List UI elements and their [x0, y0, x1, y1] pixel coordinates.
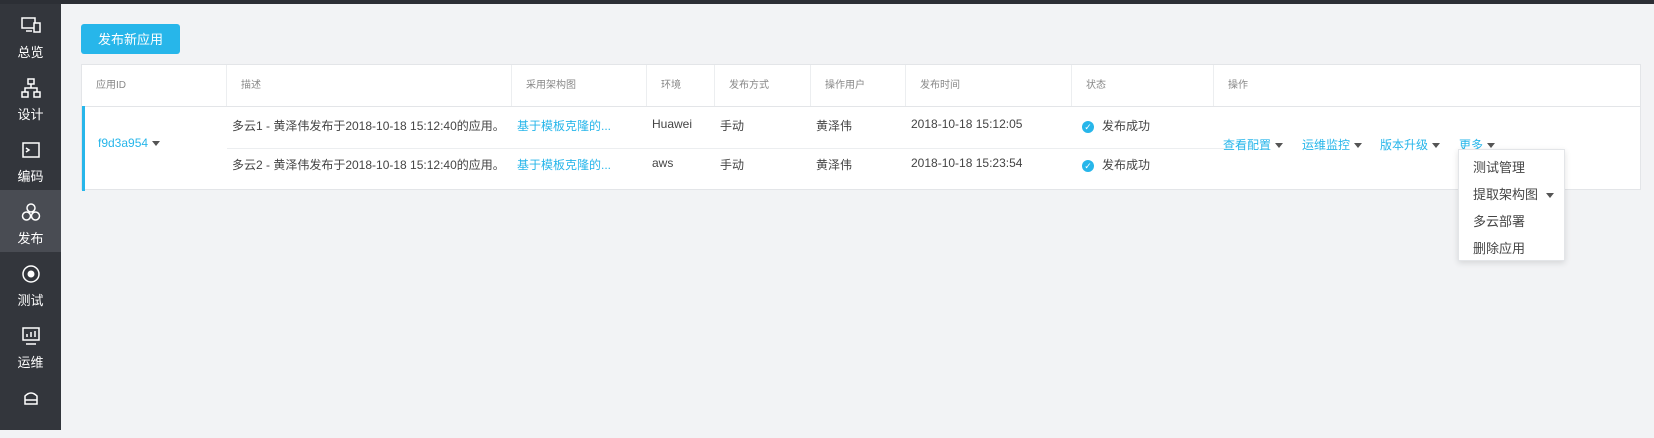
menu-item-delete-app[interactable]: 删除应用 — [1473, 238, 1525, 257]
cluster-icon — [21, 203, 41, 221]
status-text: 发布成功 — [1102, 158, 1151, 172]
status-text: 发布成功 — [1102, 119, 1151, 133]
publish-method: 手动 — [720, 158, 745, 172]
publish-time: 2018-10-18 15:12:05 — [911, 117, 1023, 131]
environment: aws — [652, 156, 674, 170]
sidebar-item-publish[interactable]: 发布 — [0, 190, 61, 252]
monitor-icon — [21, 17, 41, 33]
sidebar-item-label: 编码 — [17, 169, 44, 184]
column-header: 状态 — [1072, 65, 1214, 106]
terminal-icon — [22, 142, 40, 158]
check-circle-icon: ✓ — [1082, 120, 1094, 133]
menu-item-multi-cloud-deploy[interactable]: 多云部署 — [1473, 211, 1525, 230]
column-header: 发布时间 — [906, 65, 1072, 106]
view-config-action[interactable]: 查看配置 — [1223, 136, 1284, 153]
environment: Huawei — [652, 117, 693, 131]
status-badge: ✓ 发布成功 — [1082, 117, 1150, 134]
chevron-down-icon — [152, 141, 161, 147]
sidebar-item-label: 发布 — [17, 231, 44, 246]
chevron-down-icon — [1432, 143, 1441, 149]
main-content: 发布新应用 应用ID 描述 采用架构图 环境 发布方式 操作用户 发布时间 状态… — [61, 4, 1654, 430]
sidebar-item-code[interactable]: 编码 — [0, 128, 61, 190]
sidebar: 总览 设计 编码 发布 测试 运维 — [0, 4, 61, 430]
app-id-dropdown[interactable]: f9d3a954 — [98, 136, 161, 150]
column-header: 发布方式 — [715, 65, 811, 106]
sidebar-item-label: 运维 — [17, 355, 44, 370]
row-divider — [227, 148, 1227, 149]
menu-item-label: 提取架构图 — [1473, 187, 1539, 202]
action-label: 运维监控 — [1302, 138, 1351, 152]
sidebar-item-label: 设计 — [17, 107, 44, 122]
row-description: 多云2 - 黄泽伟发布于2018-10-18 15:12:40的应用。 — [232, 158, 505, 172]
sidebar-item-test[interactable]: 测试 — [0, 252, 61, 314]
target-icon — [22, 265, 40, 283]
column-header: 环境 — [647, 65, 715, 106]
column-header: 操作 — [1228, 80, 1248, 91]
sidebar-item-storage[interactable] — [0, 376, 61, 438]
action-label: 版本升级 — [1380, 138, 1429, 152]
column-header: 采用架构图 — [512, 65, 647, 106]
operator-user: 黄泽伟 — [816, 119, 853, 133]
publish-method: 手动 — [720, 119, 745, 133]
row-accent-bar — [82, 106, 85, 191]
ops-monitor-action[interactable]: 运维监控 — [1302, 136, 1363, 153]
table-header: 应用ID 描述 采用架构图 环境 发布方式 操作用户 发布时间 状态 操作 — [82, 65, 1640, 107]
row-description: 多云1 - 黄泽伟发布于2018-10-18 15:12:40的应用。 — [232, 119, 505, 133]
sidebar-item-overview[interactable]: 总览 — [0, 4, 61, 66]
sidebar-item-label: 总览 — [17, 45, 44, 60]
check-circle-icon: ✓ — [1082, 159, 1094, 172]
chevron-down-icon — [1546, 193, 1555, 199]
architecture-link[interactable]: 基于模板克隆的... — [517, 156, 611, 173]
chevron-down-icon — [1275, 143, 1284, 149]
dashboard-monitor-icon — [22, 327, 40, 345]
drive-icon — [24, 392, 38, 405]
sidebar-item-ops[interactable]: 运维 — [0, 314, 61, 376]
menu-item-extract-architecture[interactable]: 提取架构图 — [1473, 184, 1555, 203]
publish-new-app-button[interactable]: 发布新应用 — [81, 24, 180, 54]
more-dropdown-menu: 测试管理 提取架构图 多云部署 删除应用 — [1458, 149, 1565, 261]
action-label: 查看配置 — [1223, 138, 1272, 152]
operator-user: 黄泽伟 — [816, 158, 853, 172]
app-id: f9d3a954 — [98, 136, 149, 150]
column-header: 操作用户 — [811, 65, 906, 106]
chevron-down-icon — [1487, 143, 1496, 149]
status-badge: ✓ 发布成功 — [1082, 156, 1150, 173]
publish-time: 2018-10-18 15:23:54 — [911, 156, 1023, 170]
menu-item-test-management[interactable]: 测试管理 — [1473, 157, 1525, 176]
column-header: 描述 — [227, 65, 512, 106]
version-upgrade-action[interactable]: 版本升级 — [1380, 136, 1441, 153]
sidebar-item-label: 测试 — [17, 293, 44, 308]
sidebar-item-design[interactable]: 设计 — [0, 66, 61, 128]
architecture-link[interactable]: 基于模板克隆的... — [517, 117, 611, 134]
sitemap-icon — [21, 78, 41, 98]
app-table: 应用ID 描述 采用架构图 环境 发布方式 操作用户 发布时间 状态 操作 f9… — [81, 64, 1641, 191]
column-header: 应用ID — [82, 65, 227, 106]
chevron-down-icon — [1354, 143, 1363, 149]
